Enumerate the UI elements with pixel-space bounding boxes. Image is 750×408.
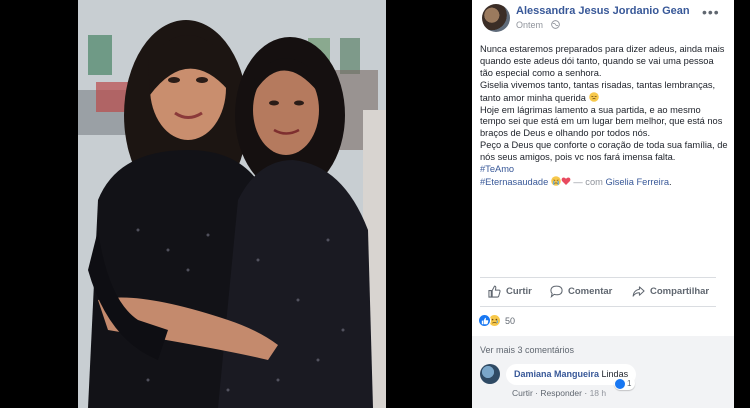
view-more-comments-link[interactable]: Ver mais 3 comentários xyxy=(480,345,574,355)
globe-icon xyxy=(551,20,560,29)
comment-reactions[interactable]: 1 xyxy=(614,377,636,390)
heart-emoji-icon xyxy=(561,177,571,185)
share-label: Compartilhar xyxy=(650,286,710,297)
comment-reaction-count: 1 xyxy=(627,379,632,388)
post-sidebar: Alessandra Jesus Jordanio Gean Ontem •••… xyxy=(472,0,734,408)
commenter-name[interactable]: Damiana Mangueira xyxy=(514,369,599,379)
right-backdrop xyxy=(734,0,750,408)
hashtag-link[interactable]: #Eternasaudade xyxy=(480,177,548,187)
like-icon xyxy=(615,378,625,389)
sleepy-emoji-icon xyxy=(588,91,599,102)
with-label: — com xyxy=(573,176,603,187)
center-backdrop xyxy=(386,0,472,408)
comment-actions: Curtir · Responder · 18 h xyxy=(512,388,607,398)
thumbs-up-icon xyxy=(488,285,501,298)
hashtag-line: #Eternasaudade — com Giselia Ferreira. xyxy=(480,176,672,187)
photo-illustration xyxy=(78,0,386,408)
comment-like-link[interactable]: Curtir xyxy=(512,388,533,398)
commenter-avatar[interactable] xyxy=(480,364,500,384)
like-icon xyxy=(478,314,491,327)
comment-reply-link[interactable]: Responder xyxy=(540,388,582,398)
post-paragraph: Hoje em lágrimas lamento a sua partida, … xyxy=(480,104,723,139)
author-avatar[interactable] xyxy=(482,4,510,32)
more-options-icon[interactable]: ••• xyxy=(702,4,720,20)
tagged-person-link[interactable]: Giselia Ferreira xyxy=(605,177,669,187)
left-backdrop xyxy=(0,0,78,408)
actions-divider-bottom xyxy=(480,306,716,307)
post-paragraph: Nunca estaremos preparados para dizer ad… xyxy=(480,44,725,78)
like-button[interactable]: Curtir xyxy=(488,285,532,298)
author-name[interactable]: Alessandra Jesus Jordanio Gean xyxy=(516,5,690,17)
post-body: Nunca estaremos preparados para dizer ad… xyxy=(480,44,728,189)
reaction-count: 50 xyxy=(505,315,516,326)
post-timestamp[interactable]: Ontem xyxy=(516,20,543,30)
comment-button[interactable]: Comentar xyxy=(550,285,612,298)
hashtag-line: #TeAmo xyxy=(480,164,728,176)
share-button[interactable]: Compartilhar xyxy=(632,285,709,298)
post-actions-bar: Curtir Comentar Compartilhar xyxy=(472,280,734,304)
comment-time: 18 h xyxy=(589,388,607,398)
actions-divider-top xyxy=(480,277,716,278)
post-paragraph: Giselia vivemos tanto, tantas risadas, t… xyxy=(480,79,716,103)
comment-icon xyxy=(550,285,563,298)
share-icon xyxy=(632,286,645,297)
crying-emoji-icon xyxy=(551,176,561,186)
post-photo[interactable] xyxy=(78,0,386,408)
post-paragraph: Peço a Deus que conforte o coração de to… xyxy=(480,140,728,163)
comment-label: Comentar xyxy=(568,286,613,297)
reactions-summary[interactable]: 50 xyxy=(478,314,515,327)
comments-section: Ver mais 3 comentários Damiana Mangueira… xyxy=(472,336,734,408)
like-label: Curtir xyxy=(506,286,532,297)
post-header: Alessandra Jesus Jordanio Gean Ontem ••• xyxy=(472,0,734,38)
hashtag-link[interactable]: #TeAmo xyxy=(480,164,514,174)
